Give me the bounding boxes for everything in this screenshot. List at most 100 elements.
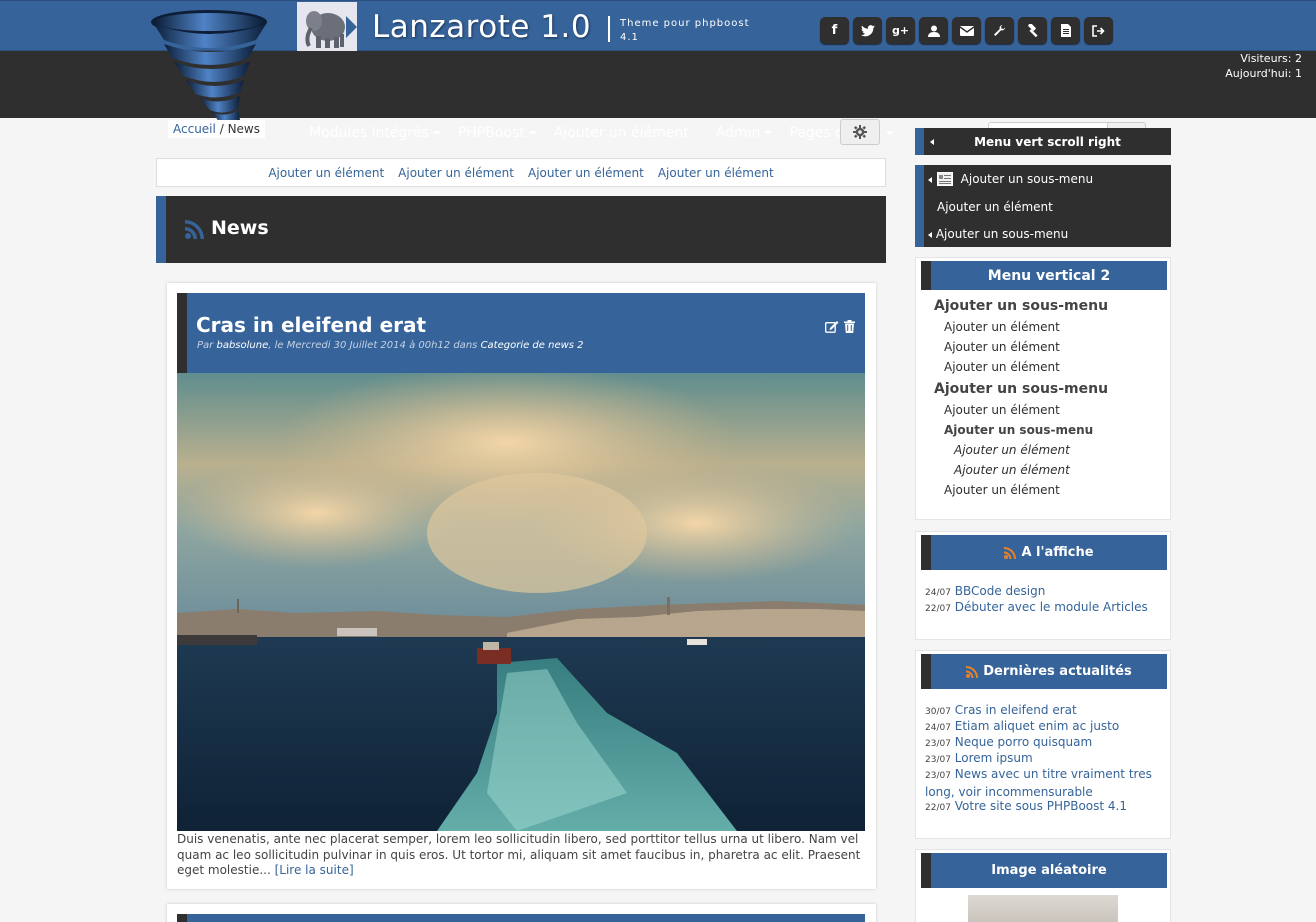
item-link[interactable]: Neque porro quisquam xyxy=(955,735,1092,749)
submenu-item[interactable]: Ajouter un sous-menu xyxy=(928,227,1068,241)
caret-down-icon xyxy=(885,131,894,135)
menu-dark-submenu: Ajouter un sous-menu Ajouter un élément … xyxy=(915,165,1171,247)
mail-icon[interactable] xyxy=(952,17,981,44)
google-plus-icon[interactable]: g+ xyxy=(886,17,915,44)
submenu-item-label: Ajouter un sous-menu xyxy=(935,227,1069,241)
article-excerpt: Duis venenatis, ante nec placerat semper… xyxy=(177,832,865,879)
visitors-counter: Visiteurs: 2 Aujourd'hui: 1 xyxy=(1225,51,1302,81)
news-article: Cras in eleifend erat Par babsolune, le … xyxy=(167,283,876,889)
article-category[interactable]: Categorie de news 2 xyxy=(481,340,584,351)
item-date: 24/07 xyxy=(925,723,951,733)
item-link[interactable]: Débuter avec le module Articles xyxy=(955,600,1148,614)
item-date: 22/07 xyxy=(925,803,951,813)
vmenu-item[interactable]: Ajouter un élément xyxy=(944,483,1060,497)
subnav-item[interactable]: Ajouter un élément xyxy=(268,166,384,180)
subnav-item[interactable]: Ajouter un élément xyxy=(658,166,774,180)
menu-modules-label: Modules intégrés xyxy=(309,125,429,141)
settings-button[interactable] xyxy=(840,119,880,145)
site-subtitle: Theme pour phpboost 4.1 xyxy=(620,18,750,43)
meta-by: Par xyxy=(197,340,214,351)
menu-vertical-2-title: Menu vertical 2 xyxy=(987,267,1111,284)
vmenu-item[interactable]: Ajouter un élément xyxy=(944,320,1060,334)
item-link[interactable]: Etiam aliquet enim ac justo xyxy=(955,719,1119,733)
elephant-logo xyxy=(297,2,357,52)
item-date: 22/07 xyxy=(925,604,951,614)
item-date: 23/07 xyxy=(925,755,951,765)
visitors-today: Aujourd'hui: 1 xyxy=(1225,67,1302,80)
menu-add-element-label: Ajouter un élément xyxy=(553,125,689,141)
vmenu-item[interactable]: Ajouter un élément xyxy=(944,360,1060,374)
caret-left-icon xyxy=(928,177,932,183)
item-link[interactable]: Votre site sous PHPBoost 4.1 xyxy=(955,799,1127,813)
subnav-item[interactable]: Ajouter un élément xyxy=(398,166,514,180)
random-image-title: Image aléatoire xyxy=(991,863,1107,878)
vmenu-submenu[interactable]: Ajouter un sous-menu xyxy=(944,423,1093,437)
news-item[interactable]: 23/07 News avec un titre vraiment tres l… xyxy=(925,766,1161,800)
breadcrumb-separator: / xyxy=(219,122,224,136)
vmenu-item[interactable]: Ajouter un élément xyxy=(944,340,1060,354)
wrench-icon[interactable] xyxy=(985,17,1014,44)
article-header xyxy=(177,914,865,922)
vmenu-submenu[interactable]: Ajouter un sous-menu xyxy=(934,298,1108,314)
submenu-element[interactable]: Ajouter un élément xyxy=(937,200,1053,214)
item-date: 23/07 xyxy=(925,739,951,749)
item-date: 23/07 xyxy=(925,771,951,781)
submenu-element-label: Ajouter un élément xyxy=(937,200,1053,214)
affiche-header: A l'affiche xyxy=(921,535,1167,570)
page-title: News xyxy=(211,217,269,239)
meta-date: , le Mercredi 30 Juillet 2014 à 00h12 da… xyxy=(268,340,478,351)
edit-icon[interactable] xyxy=(825,320,839,333)
document-icon[interactable] xyxy=(1051,17,1080,44)
caret-left-icon xyxy=(928,232,932,238)
tornado-logo[interactable] xyxy=(146,6,274,132)
user-icon[interactable] xyxy=(919,17,948,44)
menu-modules[interactable]: Modules intégrés xyxy=(309,125,441,141)
item-date: 24/07 xyxy=(925,588,951,598)
caret-down-icon xyxy=(764,131,773,135)
document-list-icon xyxy=(936,172,953,186)
menu-a-laffiche: A l'affiche 24/07 BBCode design 22/07 Dé… xyxy=(915,531,1171,640)
news-article-next xyxy=(167,904,876,922)
vmenu-submenu[interactable]: Ajouter un sous-menu xyxy=(934,381,1108,397)
logout-icon[interactable] xyxy=(1084,17,1113,44)
menu-phpboost[interactable]: PHPBoost xyxy=(458,125,537,141)
twitter-icon[interactable] xyxy=(853,17,882,44)
breadcrumb: Accueil / News xyxy=(168,120,265,138)
article-title[interactable]: Cras in eleifend erat xyxy=(196,313,426,337)
subnav-item[interactable]: Ajouter un élément xyxy=(528,166,644,180)
trash-icon[interactable] xyxy=(844,320,855,333)
vmenu-item[interactable]: Ajouter un élément xyxy=(954,463,1070,477)
article-actions xyxy=(825,320,855,333)
item-link[interactable]: News avec un titre vraiment tres long, v… xyxy=(925,767,1152,799)
submenu-item-label: Ajouter un sous-menu xyxy=(960,172,1094,186)
random-image-header: Image aléatoire xyxy=(921,853,1167,888)
hammer-icon[interactable] xyxy=(1018,17,1047,44)
menu-random-image: Image aléatoire xyxy=(915,849,1171,922)
menu-scroll-right[interactable]: Menu vert scroll right xyxy=(915,128,1171,155)
menu-vertical-2-header: Menu vertical 2 xyxy=(921,261,1167,290)
site-title[interactable]: Lanzarote 1.0 xyxy=(372,9,591,45)
vmenu-item[interactable]: Ajouter un élément xyxy=(954,443,1070,457)
vmenu-item[interactable]: Ajouter un élément xyxy=(944,403,1060,417)
social-icons-bar: f g+ xyxy=(820,17,1113,44)
menu-scroll-right-title: Menu vert scroll right xyxy=(974,134,1121,149)
item-link[interactable]: Cras in eleifend erat xyxy=(955,703,1077,717)
read-more-link[interactable]: [Lire la suite] xyxy=(275,863,354,877)
item-link[interactable]: BBCode design xyxy=(955,584,1046,598)
article-image[interactable] xyxy=(177,373,865,831)
breadcrumb-home[interactable]: Accueil xyxy=(173,122,216,136)
affiche-item[interactable]: 22/07 Débuter avec le module Articles xyxy=(925,599,1148,617)
menu-admin[interactable]: Admin xyxy=(716,125,773,141)
menu-latest-news: Dernières actualités 30/07 Cras in eleif… xyxy=(915,650,1171,839)
submenu-item[interactable]: Ajouter un sous-menu xyxy=(928,172,1093,186)
item-link[interactable]: Lorem ipsum xyxy=(955,751,1033,765)
rss-icon[interactable] xyxy=(185,219,205,239)
latest-news-title: Dernières actualités xyxy=(983,664,1132,679)
menu-add-element[interactable]: Ajouter un élément xyxy=(554,125,689,141)
gear-icon xyxy=(853,125,867,139)
random-image-thumbnail[interactable] xyxy=(968,895,1118,922)
article-author[interactable]: babsolune xyxy=(216,340,268,351)
facebook-icon[interactable]: f xyxy=(820,17,849,44)
caret-left-icon xyxy=(930,139,934,145)
news-item[interactable]: 22/07 Votre site sous PHPBoost 4.1 xyxy=(925,798,1127,816)
